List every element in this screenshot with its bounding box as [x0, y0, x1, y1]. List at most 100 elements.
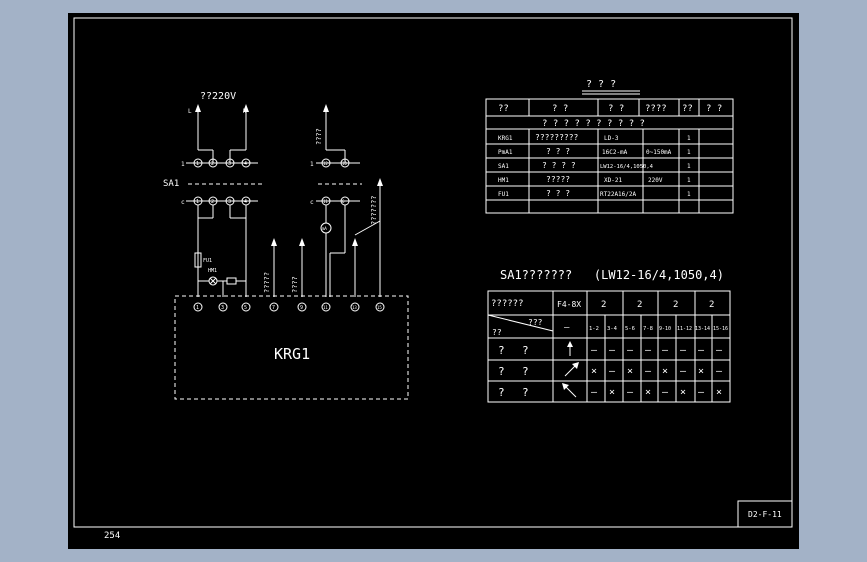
contact-mark: —: [645, 345, 652, 356]
switch-header-cell: 2: [637, 300, 642, 310]
cell: SA1: [498, 163, 509, 170]
device-terminal-label: 11: [323, 305, 328, 310]
row-label: ?: [498, 386, 505, 399]
device-terminal-label: 13: [352, 305, 357, 310]
device-terminal-label: 5: [244, 305, 247, 311]
meter-label: mA: [322, 226, 327, 231]
cell: FU1: [498, 191, 509, 198]
cell: ? ? ?: [546, 147, 570, 156]
terminal-label: 4: [244, 199, 247, 205]
left-arrow-icon: [562, 383, 577, 398]
contact-mark: —: [627, 387, 634, 398]
right-arrow-icon: [564, 362, 579, 377]
contact-mark: —: [609, 345, 616, 356]
cell: HM1: [498, 177, 509, 184]
terminal-label: 2: [211, 199, 214, 205]
up-arrow-icon: [352, 238, 358, 246]
drawing-sheet: ??220V L N 1 1 2 3 4 SA1 c 1 2 3: [68, 13, 799, 549]
header-cell: ????: [645, 104, 667, 114]
wiring-schematic: ??220V L N 1 1 2 3 4 SA1 c 1 2 3: [163, 91, 409, 400]
device-terminal-label: 3: [221, 305, 224, 311]
switch-label: SA1: [163, 179, 179, 189]
terminal-label: 3: [228, 199, 231, 205]
up-arrow-icon: [377, 178, 383, 186]
header-cell: ? ?: [706, 104, 722, 114]
contact-mark: ×: [716, 387, 722, 398]
schematic-drawing: ??220V L N 1 1 2 3 4 SA1 c 1 2 3: [73, 17, 793, 528]
device-terminals: 1 3 5 7 9 11 13 15: [193, 302, 385, 312]
contact-mark: —: [645, 366, 652, 377]
row-label: ?: [522, 386, 529, 399]
contact-mark: —: [716, 345, 723, 356]
cell: ?????: [546, 175, 570, 184]
corner-bottom-label: ??: [492, 328, 502, 337]
header-cell: ? ?: [552, 104, 568, 114]
supply-l-arrow: [195, 104, 201, 112]
header-cell: ??: [498, 104, 509, 114]
device-terminal-label: 9: [300, 305, 303, 311]
terminal-label: 10: [342, 161, 347, 166]
contact-mark: ×: [662, 366, 668, 377]
row-marker-bottom: c: [181, 199, 185, 206]
contact-label: 3-4: [607, 326, 618, 332]
components-table-title: ? ? ?: [586, 79, 616, 90]
row-label: ?: [498, 344, 505, 357]
contact-mark: —: [662, 387, 669, 398]
contact-mark: —: [591, 387, 598, 398]
cell: 1: [687, 191, 691, 198]
terminal-label: 2: [211, 161, 214, 167]
cell: 0~150mA: [646, 149, 672, 156]
contact-mark: —: [698, 387, 705, 398]
cell: ? ? ? ?: [542, 161, 576, 170]
contact-mark: —: [627, 345, 634, 356]
contact-mark: ×: [627, 366, 633, 377]
cell: RT22A16/2A: [600, 191, 637, 198]
left-note-2: ????: [291, 276, 299, 293]
contact-mark: ×: [680, 387, 686, 398]
right-note: ???????: [370, 195, 378, 225]
row-label: ?: [522, 344, 529, 357]
contact-mark: —: [662, 345, 669, 356]
contact-mark: —: [698, 345, 705, 356]
contact-label: 1-2: [589, 326, 599, 332]
terminal-label: 3: [228, 161, 231, 167]
resistor-symbol: [226, 277, 237, 285]
terminal-label: 1: [196, 199, 199, 205]
row-marker-top: 1: [181, 161, 185, 168]
contact-mark: —: [716, 366, 723, 377]
cell: ?????????: [535, 133, 579, 142]
row-label: ?: [522, 365, 529, 378]
terminal-label: 12: [323, 161, 328, 166]
device-terminal-label: 7: [272, 305, 275, 311]
left-supply-label: ??220V: [200, 91, 236, 102]
device-terminal-label: 1: [196, 305, 199, 311]
up-arrow-icon: [567, 341, 573, 356]
header-dash: —: [564, 323, 570, 333]
contact-label: 15-16: [713, 326, 728, 332]
switch-header-cell: 2: [601, 300, 606, 310]
right-supply-label: ????: [315, 128, 323, 145]
terminal-label: 11: [323, 199, 328, 204]
switch-header-cell: 2: [709, 300, 714, 310]
terminal-label: 4: [244, 161, 247, 167]
cell: 220V: [648, 177, 663, 184]
table-subheader: ? ? ? ? ? ? ? ? ? ?: [542, 119, 645, 129]
cell: XD-21: [604, 177, 622, 184]
row-marker-right-top: 1: [310, 161, 314, 168]
cell: ? ? ?: [546, 189, 570, 198]
page-number: 254: [104, 531, 121, 541]
cell: KRG1: [498, 135, 513, 142]
cell: 1: [687, 135, 691, 142]
switch-header-cell: 2: [673, 300, 678, 310]
cell: LW12-16/4,1050,4: [600, 164, 654, 170]
switch-header-cell: F4-8X: [557, 300, 581, 309]
contact-mark: —: [680, 345, 687, 356]
components-table: ? ? ? ?? ? ? ? ? ???? ?? ? ? ? ? ? ? ? ?…: [485, 79, 734, 214]
device-terminal-label: 15: [377, 305, 382, 310]
contact-label: 13-14: [695, 326, 710, 332]
cell: 1: [687, 177, 691, 184]
left-note-1: ?????: [263, 272, 271, 293]
contact-mark: —: [680, 366, 687, 377]
row-label: ?: [498, 365, 505, 378]
corner-top-label: ???: [528, 318, 543, 327]
